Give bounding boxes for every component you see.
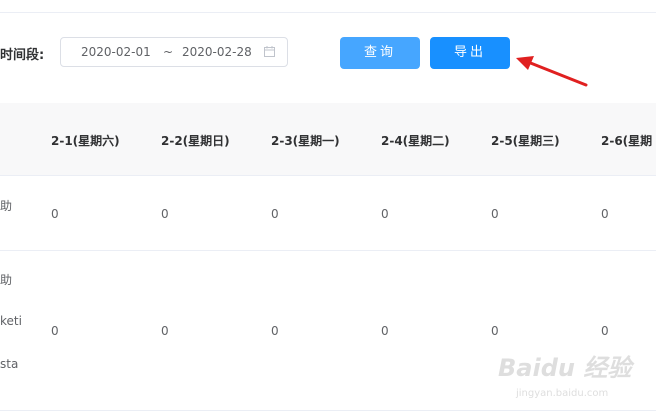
baidu-jingyan-watermark: Baidu 经验 jingyan.baidu.com	[498, 348, 648, 410]
row-name-fragment: 助	[0, 273, 13, 287]
row-name-fragment: keti	[0, 314, 22, 328]
column-header: 2-4(星期二)	[381, 134, 450, 148]
cell-value: 0	[51, 207, 59, 221]
column-header: 2-6(星期	[601, 134, 653, 148]
cell-value: 0	[271, 207, 279, 221]
top-divider	[0, 12, 656, 13]
date-range-picker[interactable]: 2020-02-01 ~ 2020-02-28	[60, 37, 288, 67]
cell-value: 0	[491, 324, 499, 338]
table-header: 2-1(星期六) 2-2(星期日) 2-3(星期一) 2-4(星期二) 2-5(…	[0, 103, 656, 176]
date-end-value: 2020-02-28	[182, 45, 252, 59]
column-header: 2-2(星期日)	[161, 134, 230, 148]
cell-value: 0	[161, 324, 169, 338]
cell-value: 0	[381, 207, 389, 221]
date-range-separator: ~	[163, 45, 174, 59]
column-header: 2-5(星期三)	[491, 134, 560, 148]
cell-value: 0	[271, 324, 279, 338]
row-name-fragment: sta	[0, 357, 19, 371]
calendar-icon	[264, 46, 275, 57]
cell-value: 0	[491, 207, 499, 221]
time-range-label: 时间段:	[0, 48, 45, 63]
cell-value: 0	[601, 324, 609, 338]
watermark-logo: Baidu 经验	[498, 354, 632, 382]
table-row: 助 0 0 0 0 0 0	[0, 176, 656, 251]
cell-value: 0	[161, 207, 169, 221]
cell-value: 0	[51, 324, 59, 338]
column-header: 2-1(星期六)	[51, 134, 120, 148]
export-button[interactable]: 导出	[430, 37, 510, 69]
cell-value: 0	[381, 324, 389, 338]
watermark-url: jingyan.baidu.com	[516, 388, 609, 399]
date-start-value: 2020-02-01	[81, 45, 151, 59]
row-name-fragment: 助	[0, 199, 13, 213]
query-button[interactable]: 查询	[340, 37, 420, 69]
red-arrow-annotation	[516, 56, 588, 87]
cell-value: 0	[601, 207, 609, 221]
column-header: 2-3(星期一)	[271, 134, 340, 148]
